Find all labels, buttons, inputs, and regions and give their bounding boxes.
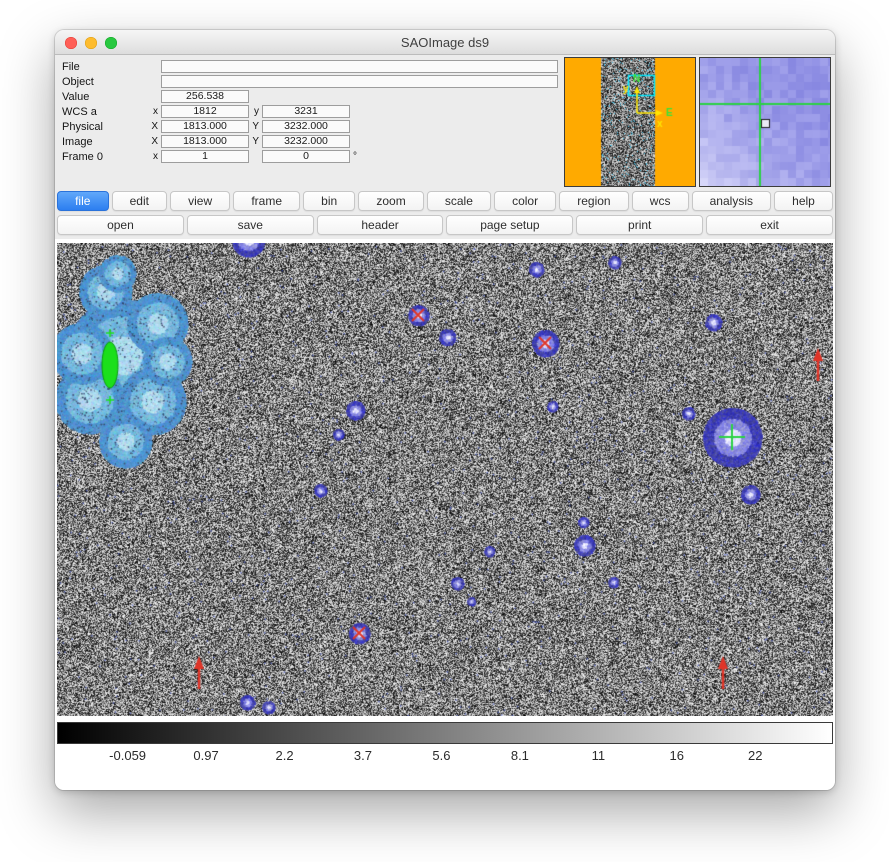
axis-label: X	[148, 121, 161, 132]
menu-region[interactable]: region	[559, 191, 629, 211]
field-frame-0-1[interactable]: 0	[262, 150, 350, 163]
axis-label: y	[249, 106, 262, 117]
info-label-image: Image	[62, 136, 148, 148]
info-row-value: Value 256.538	[55, 89, 558, 104]
axis-label: x	[148, 106, 161, 117]
close-window-button[interactable]	[65, 37, 77, 49]
colorbar-tick-8-1: 8.1	[511, 748, 529, 763]
menu-frame[interactable]: frame	[233, 191, 300, 211]
field-file-0[interactable]	[161, 60, 558, 73]
titlebar[interactable]: SAOImage ds9	[55, 30, 835, 55]
colorbar-ticks: -0.059 0.97 2.2 3.7 5.6 8.1 11 16 22	[57, 748, 833, 768]
field-frame-0-0[interactable]: 1	[161, 150, 249, 163]
menu-edit[interactable]: edit	[112, 191, 168, 211]
zoom-window-button[interactable]	[105, 37, 117, 49]
degree-label: °	[350, 151, 357, 162]
colorbar-tick-16: 16	[670, 748, 684, 763]
button-page-setup[interactable]: page setup	[446, 215, 573, 235]
menu-help[interactable]: help	[774, 191, 833, 211]
button-print[interactable]: print	[576, 215, 703, 235]
colorbar-tick-22: 22	[748, 748, 762, 763]
field-wcs-a-0[interactable]: 1812	[161, 105, 249, 118]
colorbar-tick-0-97: 0.97	[193, 748, 218, 763]
menu-bar: fileeditviewframebinzoomscalecolorregion…	[57, 190, 833, 212]
sky-image-canvas[interactable]	[57, 243, 833, 716]
menu-wcs[interactable]: wcs	[632, 191, 689, 211]
colorbar[interactable]	[57, 722, 833, 744]
field-wcs-a-1[interactable]: 3231	[262, 105, 350, 118]
colorbar-tick-11: 11	[592, 748, 606, 763]
info-row-object: Object	[55, 74, 558, 89]
button-save[interactable]: save	[187, 215, 314, 235]
info-label-physical: Physical	[62, 121, 148, 133]
button-open[interactable]: open	[57, 215, 184, 235]
field-image-1[interactable]: 3232.000	[262, 135, 350, 148]
file-actions-bar: opensaveheaderpage setupprintexit	[57, 214, 833, 236]
colorbar-tick-3-7: 3.7	[354, 748, 372, 763]
menu-scale[interactable]: scale	[427, 191, 491, 211]
menu-bin[interactable]: bin	[303, 191, 355, 211]
field-physical-1[interactable]: 3232.000	[262, 120, 350, 133]
button-header[interactable]: header	[317, 215, 444, 235]
info-label-frame-0: Frame 0	[62, 151, 148, 163]
traffic-lights	[65, 37, 117, 49]
menu-view[interactable]: view	[170, 191, 230, 211]
minimize-window-button[interactable]	[85, 37, 97, 49]
colorbar-tick-5-6: 5.6	[432, 748, 450, 763]
info-row-physical: PhysicalX1813.000Y3232.000	[55, 119, 558, 134]
info-row-file: File	[55, 59, 558, 74]
info-label-value: Value	[62, 91, 148, 103]
image-display[interactable]	[57, 243, 833, 716]
info-label-object: Object	[62, 76, 148, 88]
colorbar-tick-2-2: 2.2	[275, 748, 293, 763]
axis-label: Y	[249, 136, 262, 147]
field-value-0[interactable]: 256.538	[161, 90, 249, 103]
axis-label: X	[148, 136, 161, 147]
info-label-wcs-a: WCS a	[62, 106, 148, 118]
info-row-frame-0: Frame 0x10°	[55, 149, 558, 164]
info-label-file: File	[62, 61, 148, 73]
panner-view[interactable]	[564, 57, 696, 187]
menu-zoom[interactable]: zoom	[358, 191, 424, 211]
field-object-0[interactable]	[161, 75, 558, 88]
info-row-wcs-a: WCS ax1812y3231	[55, 104, 558, 119]
menu-analysis[interactable]: analysis	[692, 191, 772, 211]
info-row-image: ImageX1813.000Y3232.000	[55, 134, 558, 149]
axis-label: x	[148, 151, 161, 162]
button-exit[interactable]: exit	[706, 215, 833, 235]
axis-label: Y	[249, 121, 262, 132]
field-physical-0[interactable]: 1813.000	[161, 120, 249, 133]
colorbar-tick-0-059: -0.059	[109, 748, 146, 763]
menu-color[interactable]: color	[494, 191, 556, 211]
menu-file[interactable]: file	[57, 191, 109, 211]
magnifier-view[interactable]	[699, 57, 831, 187]
field-image-0[interactable]: 1813.000	[161, 135, 249, 148]
ds9-window: SAOImage ds9 FileObjectValue256.538WCS a…	[55, 30, 835, 790]
window-title: SAOImage ds9	[55, 30, 835, 55]
coordinate-readout: FileObjectValue256.538WCS ax1812y3231Phy…	[55, 59, 558, 164]
info-panel: FileObjectValue256.538WCS ax1812y3231Phy…	[55, 55, 835, 190]
